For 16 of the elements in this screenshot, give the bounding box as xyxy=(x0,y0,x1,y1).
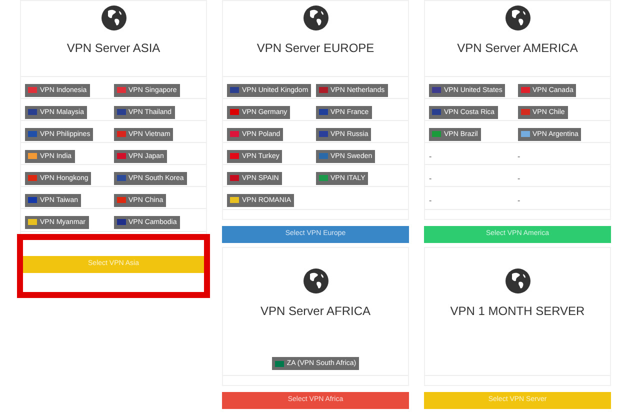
empty-slot: - xyxy=(429,174,432,183)
empty-slot: - xyxy=(429,152,432,161)
globe-icon xyxy=(302,268,328,294)
card-title: VPN Server AFRICA xyxy=(260,305,371,317)
empty-slot: - xyxy=(429,196,432,205)
empty-slot: - xyxy=(518,196,520,205)
globe-icon xyxy=(504,5,530,31)
globe-icon xyxy=(504,268,530,294)
card-title: VPN Server ASIA xyxy=(66,42,160,54)
empty-slot: - xyxy=(518,152,520,161)
card-title: VPN Server EUROPE xyxy=(256,42,374,54)
globe-icon xyxy=(100,5,126,31)
globe-icon xyxy=(302,5,328,31)
card-title: VPN 1 MONTH SERVER xyxy=(450,305,585,317)
card-title: VPN Server AMERICA xyxy=(457,42,578,54)
empty-slot: - xyxy=(518,174,520,183)
